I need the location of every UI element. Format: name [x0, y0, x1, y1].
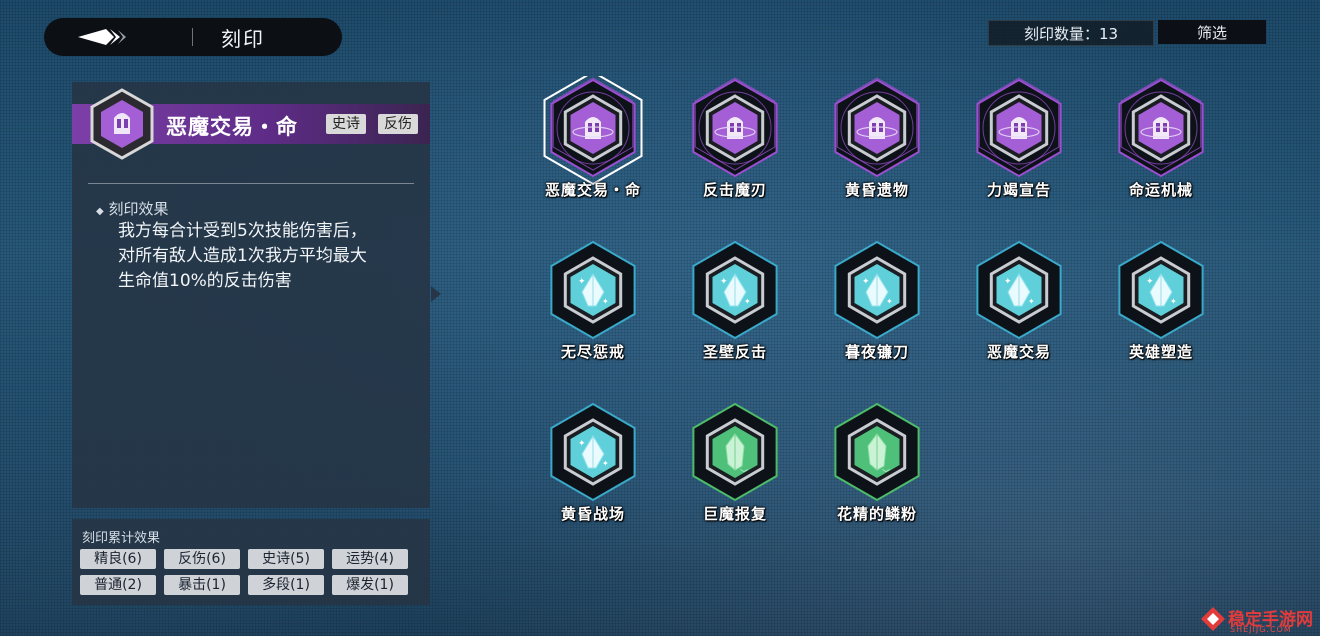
stat-badge: 普通(2)	[80, 575, 156, 595]
stat-badge: 运势(4)	[332, 549, 408, 569]
tag-epic: 史诗	[326, 114, 366, 134]
crystal-icon: ✦✦	[1118, 240, 1204, 340]
svg-text:✦: ✦	[862, 277, 870, 287]
helmet-icon	[543, 76, 643, 186]
filter-button[interactable]: 筛选	[1158, 20, 1266, 44]
inscription-name: 黄昏遗物	[844, 181, 909, 199]
svg-text:✦: ✦	[578, 277, 586, 287]
detail-helmet-icon	[90, 88, 154, 160]
helmet-icon	[692, 77, 778, 178]
detail-divider	[88, 183, 414, 184]
svg-text:﹀: ﹀	[740, 469, 748, 478]
stat-badge: 精良(6)	[80, 549, 156, 569]
back-button[interactable]	[44, 18, 164, 56]
inscription-name: 英雄塑造	[1128, 343, 1193, 361]
inscription-name: 黄昏战场	[560, 505, 625, 523]
svg-text:✦: ✦	[1170, 297, 1177, 306]
header-divider	[192, 28, 193, 46]
leaf-crystal-icon: ﹀	[834, 402, 920, 502]
crystal-icon: ✦✦	[550, 402, 636, 502]
stat-badge: 多段(1)	[248, 575, 324, 595]
stat-badge: 史诗(5)	[248, 549, 324, 569]
inscription-name: 力竭宣告	[986, 181, 1051, 199]
inscription-item[interactable]: 命运机械	[1106, 76, 1216, 206]
svg-text:✦: ✦	[720, 277, 728, 287]
watermark-domain: SHEJIJG.COM	[1230, 625, 1292, 634]
watermark: 稳定手游网 SHEJIJG.COM	[1200, 603, 1318, 635]
effect-line: 我方每合计受到5次技能伤害后，	[118, 221, 367, 241]
leaf-crystal-icon: ﹀	[692, 402, 778, 502]
inscription-name: 暮夜镰刀	[844, 343, 909, 361]
effect-heading-text: 刻印效果	[108, 200, 169, 218]
svg-text:✦: ✦	[1146, 277, 1154, 287]
inscription-name: 无尽惩戒	[560, 343, 625, 361]
helmet-icon	[834, 77, 920, 178]
panel-pointer-icon	[431, 286, 441, 302]
inscription-name: 反击魔刃	[702, 181, 767, 199]
inscription-name: 巨魔报复	[702, 505, 767, 523]
svg-text:✦: ✦	[602, 459, 609, 468]
inscription-name: 命运机械	[1128, 181, 1193, 199]
inscription-item[interactable]: 黄昏遗物	[822, 76, 932, 206]
inscription-item[interactable]: ✦ ✦ 无尽惩戒	[538, 238, 648, 368]
svg-text:✦: ✦	[578, 439, 586, 449]
helmet-icon	[1118, 77, 1204, 178]
inscription-name: 恶魔交易・命	[544, 181, 641, 199]
inscription-item[interactable]: ﹀ 花精的鳞粉	[822, 400, 932, 530]
tag-reflect: 反伤	[378, 114, 418, 134]
watermark-logo-icon	[1201, 607, 1225, 631]
effect-line: 生命值10%的反击伤害	[118, 271, 292, 291]
svg-text:✦: ✦	[744, 297, 751, 306]
stat-badge: 爆发(1)	[332, 575, 408, 595]
effect-heading: ◆ 刻印效果	[96, 198, 169, 219]
helmet-icon	[976, 77, 1062, 178]
detail-title: 恶魔交易・命	[166, 114, 298, 139]
effect-line: 对所有敌人造成1次我方平均最大	[118, 246, 367, 266]
inscription-item[interactable]: 力竭宣告	[964, 76, 1074, 206]
inscription-item[interactable]: ✦ ✦ 圣壁反击	[680, 238, 790, 368]
inscription-item[interactable]: ✦ ✦ 英雄塑造	[1106, 238, 1216, 368]
back-arrow-icon	[78, 29, 126, 45]
stat-badge: 反伤(6)	[164, 549, 240, 569]
inscription-item[interactable]: 恶魔交易・命	[538, 76, 648, 206]
inscription-item[interactable]: ﹀ 巨魔报复	[680, 400, 790, 530]
cumulative-effects-panel: 刻印累计效果 精良(6) 反伤(6) 史诗(5) 运势(4) 普通(2) 暴击(…	[72, 519, 430, 605]
inscription-name: 圣壁反击	[702, 343, 767, 361]
crystal-icon: ✦✦	[976, 240, 1062, 340]
cumulative-effects-title: 刻印累计效果	[82, 531, 161, 546]
page-title: 刻印	[221, 26, 265, 51]
effect-description: 我方每合计受到5次技能伤害后， 对所有敌人造成1次我方平均最大 生命值10%的反…	[118, 219, 418, 294]
svg-text:✦: ✦	[1004, 277, 1012, 287]
inscription-name: 花精的鳞粉	[836, 505, 917, 523]
svg-text:﹀: ﹀	[882, 469, 890, 478]
crystal-icon: ✦✦	[834, 240, 920, 340]
inscription-item[interactable]: ✦ ✦ 恶魔交易	[964, 238, 1074, 368]
inscription-name: 恶魔交易	[986, 343, 1051, 361]
crystal-icon: ✦✦	[550, 240, 636, 340]
inscription-count: 刻印数量：13	[988, 20, 1154, 46]
svg-text:✦: ✦	[1028, 297, 1035, 306]
inscription-item[interactable]: 反击魔刃	[680, 76, 790, 206]
inscription-item[interactable]: ✦ ✦ 暮夜镰刀	[822, 238, 932, 368]
diamond-bullet-icon: ◆	[96, 206, 104, 217]
top-bar: 刻印	[44, 18, 342, 56]
svg-text:✦: ✦	[602, 297, 609, 306]
inscription-item[interactable]: ✦ ✦ 黄昏战场	[538, 400, 648, 530]
svg-text:✦: ✦	[886, 297, 893, 306]
crystal-icon: ✦✦	[692, 240, 778, 340]
detail-panel: 恶魔交易・命 史诗 反伤 ◆ 刻印效果 我方每合计受到5次技能伤害后， 对所有敌…	[72, 82, 430, 508]
stat-badge: 暴击(1)	[164, 575, 240, 595]
